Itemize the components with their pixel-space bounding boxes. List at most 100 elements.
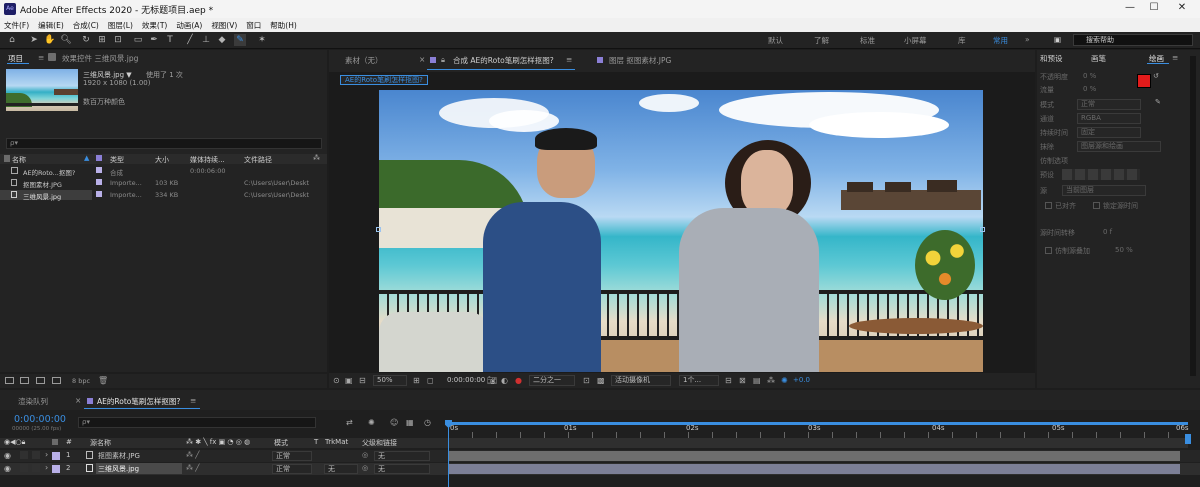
close-tab-icon[interactable]: × — [419, 55, 425, 64]
bit-depth-button[interactable]: 8 bpc — [72, 377, 90, 385]
current-timecode[interactable]: 0:00:00:00 — [14, 414, 66, 425]
menu-layer[interactable]: 图层(L) — [108, 20, 133, 31]
layer-switches[interactable]: ⁂ ╱ — [186, 451, 199, 459]
menu-help[interactable]: 帮助(H) — [270, 20, 297, 31]
lock-switch[interactable] — [32, 464, 40, 472]
pick-whip-icon[interactable]: ◎ — [362, 451, 368, 459]
pan-behind-tool-icon[interactable]: ⊡ — [112, 34, 124, 46]
search-help-input[interactable]: 搜索帮助 — [1073, 34, 1193, 46]
solo-switch[interactable] — [20, 464, 28, 472]
shy-layers-icon[interactable]: ☺ — [390, 418, 398, 427]
display-icon[interactable]: ▣ — [1054, 35, 1061, 44]
lock-icon[interactable]: 🔒︎ — [441, 55, 445, 65]
playhead[interactable] — [448, 420, 449, 487]
type-tool-icon[interactable]: T — [164, 34, 176, 46]
exposure-icon[interactable]: ✺ — [781, 376, 788, 385]
flowchart-icon[interactable]: ⁂ — [767, 376, 775, 385]
clone-overlay-checkbox[interactable] — [1045, 247, 1052, 254]
composition-image[interactable] — [379, 90, 983, 372]
always-preview-icon[interactable]: ⊙ — [333, 376, 340, 385]
tab-timeline-comp[interactable]: AE的Roto笔刷怎样抠图? — [97, 396, 180, 407]
expand-icon[interactable]: › — [45, 450, 48, 459]
comp-navigator-chip[interactable]: AE的Roto笔刷怎样抠图? — [340, 75, 428, 85]
clone-overlay-value[interactable]: 50 % — [1115, 246, 1133, 254]
selection-tool-icon[interactable]: ➤ — [28, 34, 40, 46]
source-time-shift-value[interactable]: 0 f — [1103, 228, 1112, 236]
camera-dropdown[interactable]: 活动摄像机 — [611, 375, 671, 386]
project-settings-icon[interactable] — [52, 377, 61, 384]
aligned-checkbox[interactable] — [1045, 202, 1052, 209]
menu-window[interactable]: 窗口 — [246, 20, 261, 31]
column-name[interactable]: 名称 — [12, 155, 26, 165]
track-matte-dropdown[interactable]: 无 — [324, 464, 358, 474]
grid-icon[interactable]: ⊞ — [413, 376, 420, 385]
project-row[interactable]: AE的Roto...抠图? 合成 0:00:06:00 — [0, 166, 325, 177]
sort-icon[interactable]: ▲ — [84, 154, 89, 162]
opacity-value[interactable]: 0 % — [1083, 72, 1096, 80]
source-dropdown[interactable]: 当前图层 — [1062, 185, 1146, 196]
layer-duration-bar[interactable] — [448, 464, 1180, 474]
menu-file[interactable]: 文件(F) — [4, 20, 29, 31]
clone-preset-buttons[interactable] — [1062, 169, 1140, 180]
minimize-button[interactable]: — — [1123, 2, 1137, 16]
expand-icon[interactable]: › — [45, 463, 48, 472]
timeline-icon[interactable]: ▤ — [753, 376, 761, 385]
blend-mode-dropdown[interactable]: 正常 — [272, 451, 312, 461]
interpret-footage-icon[interactable] — [5, 377, 14, 384]
fast-preview-icon[interactable]: ⊡ — [583, 376, 590, 385]
close-tab-icon[interactable]: × — [75, 396, 81, 405]
column-mode[interactable]: 模式 — [274, 438, 288, 448]
menu-icon[interactable]: ≡ — [1172, 53, 1178, 62]
tab-render-queue[interactable]: 渲染队列 — [18, 396, 48, 407]
channels-dropdown[interactable]: RGBA — [1077, 113, 1141, 124]
views-dropdown[interactable]: 1个... — [679, 375, 719, 386]
panel-scrollbar[interactable] — [1190, 56, 1196, 376]
erase-dropdown[interactable]: 图层源和绘画 — [1077, 141, 1161, 152]
rotate-tool-icon[interactable]: ↻ — [80, 34, 92, 46]
channel-icon[interactable]: ● — [515, 376, 522, 385]
layer-handle-right[interactable] — [980, 227, 985, 232]
workspace-learn[interactable]: 了解 — [814, 35, 829, 46]
layer-name[interactable]: 三维风景.jpg — [98, 464, 139, 474]
tab-effects-presets[interactable]: 和预设 — [1040, 53, 1063, 64]
eraser-tool-icon[interactable]: ◆ — [216, 34, 228, 46]
timeline-search-input[interactable]: ρ▾ — [78, 417, 316, 428]
puppet-pin-tool-icon[interactable]: ✶ — [256, 34, 268, 46]
parent-dropdown[interactable]: 无 — [374, 451, 430, 461]
column-t[interactable]: T — [314, 438, 318, 446]
layer-switches[interactable]: ⁂ ╱ — [186, 464, 199, 472]
new-folder-icon[interactable] — [20, 377, 29, 384]
mode-dropdown[interactable]: 正常 — [1077, 99, 1141, 110]
eye-icon[interactable]: ◉ — [4, 451, 11, 460]
home-icon[interactable]: ⌂ — [6, 34, 18, 46]
menu-effect[interactable]: 效果(T) — [142, 20, 167, 31]
menu-view[interactable]: 视图(V) — [211, 20, 237, 31]
work-area-end-handle[interactable] — [1185, 434, 1191, 444]
project-row[interactable]: 抠图素材.JPG Importe... 103 KB C:\Users\User… — [0, 178, 325, 189]
project-search-input[interactable]: ρ▾ — [6, 138, 322, 149]
project-row[interactable]: 三维风景.jpg Importe... 334 KB C:\Users\User… — [0, 190, 325, 201]
exposure-value[interactable]: +0.0 — [793, 376, 810, 384]
lock-switch[interactable] — [32, 451, 40, 459]
transparency-grid-icon[interactable]: ▩ — [597, 376, 605, 385]
pick-whip-icon[interactable]: ◎ — [362, 464, 368, 472]
layer-name[interactable]: 抠图素材.JPG — [98, 451, 140, 461]
close-button[interactable]: ✕ — [1175, 2, 1189, 16]
tab-effect-controls[interactable]: 效果控件 三维风景.jpg — [62, 53, 138, 64]
eye-icon[interactable]: ◉ — [4, 464, 11, 473]
blend-mode-dropdown[interactable]: 正常 — [272, 464, 312, 474]
toggle-pixel-aspect-icon[interactable]: ⊟ — [725, 376, 732, 385]
menu-edit[interactable]: 编辑(E) — [38, 20, 64, 31]
foreground-color-swatch[interactable] — [1137, 74, 1151, 88]
motion-blur-icon[interactable]: ◷ — [424, 418, 431, 427]
label-color-icon[interactable] — [52, 452, 60, 460]
layer-row-1[interactable]: ◉ › 1 抠图素材.JPG ⁂ ╱ 正常 ◎ 无 — [0, 450, 1200, 462]
clone-stamp-tool-icon[interactable]: ⊥ — [200, 34, 212, 46]
camera-tool-icon[interactable]: ⊞ — [96, 34, 108, 46]
workspace-standard[interactable]: 标准 — [860, 35, 875, 46]
frame-blending-icon[interactable]: ▦ — [406, 418, 414, 427]
pen-tool-icon[interactable]: ✒ — [148, 34, 160, 46]
workspace-default[interactable]: 默认 — [768, 35, 783, 46]
swap-colors-icon[interactable]: ↺ — [1153, 72, 1159, 80]
hand-tool-icon[interactable]: ✋ — [44, 34, 56, 46]
